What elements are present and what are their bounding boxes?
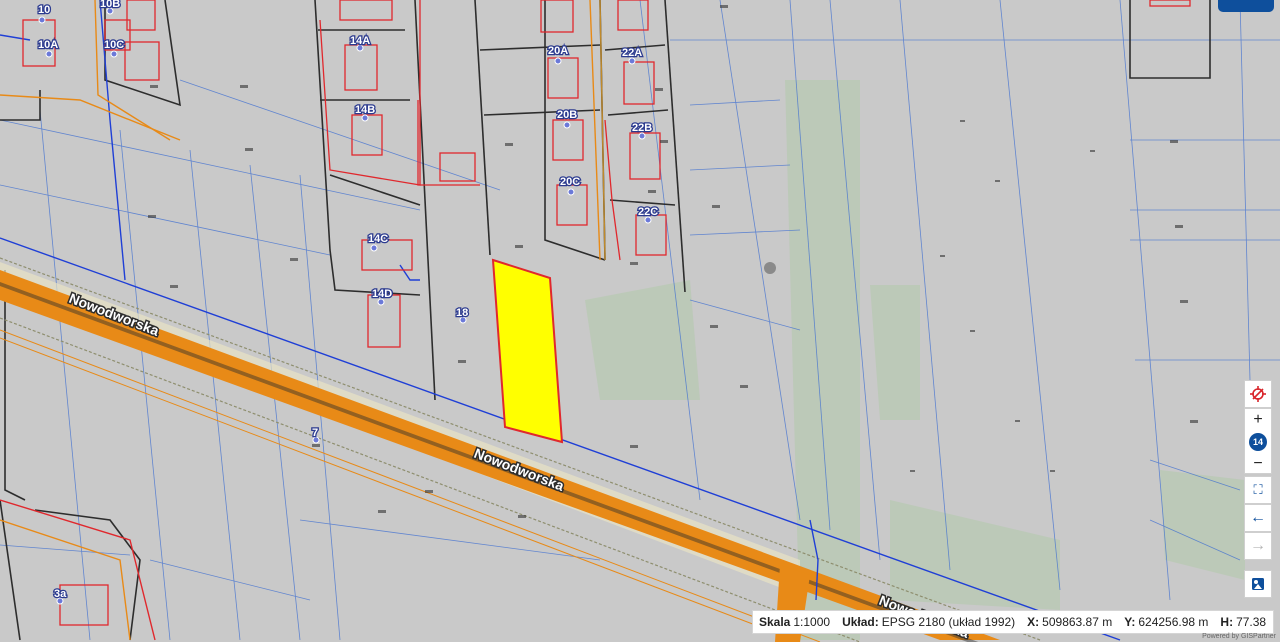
- arrow-left-icon: ←: [1250, 509, 1266, 526]
- h-label: H:: [1220, 615, 1234, 629]
- address-label-22b: 22B: [632, 122, 652, 134]
- address-label-10: 10: [38, 4, 50, 16]
- coordinates-statusbar: Skala 1:1000 Układ: EPSG 2180 (układ 1992)…: [752, 610, 1274, 634]
- address-label-14d: 14D: [372, 288, 392, 300]
- back-button[interactable]: ←: [1244, 504, 1272, 532]
- y-label: Y:: [1124, 615, 1136, 629]
- scale-value[interactable]: 1:1000: [793, 615, 830, 629]
- address-label-22a: 22A: [622, 47, 642, 59]
- selected-parcel[interactable]: [491, 258, 564, 444]
- layers-icon: [1252, 578, 1264, 590]
- address-label-3a: 3a: [54, 588, 67, 600]
- address-label-20a: 20A: [548, 45, 568, 57]
- layers-button[interactable]: [1244, 570, 1272, 598]
- y-value: 624256.98 m: [1138, 615, 1209, 629]
- zoom-out-button[interactable]: −: [1245, 453, 1271, 475]
- address-label-18: 18: [456, 307, 468, 319]
- fullscreen-icon: ⛶: [1253, 482, 1263, 497]
- address-label-14a: 14A: [350, 35, 370, 47]
- forward-button[interactable]: →: [1244, 532, 1272, 560]
- address-label-20b: 20B: [557, 109, 577, 121]
- address-label-10c: 10C: [104, 39, 124, 51]
- fullscreen-button[interactable]: ⛶: [1244, 476, 1272, 504]
- x-label: X:: [1027, 615, 1040, 629]
- top-menu-button[interactable]: [1218, 0, 1274, 12]
- zoom-level-badge: 14: [1249, 433, 1267, 451]
- crs-label: Układ:: [842, 615, 879, 629]
- scale-label: Skala: [759, 615, 791, 629]
- address-label-10b: 10B: [100, 0, 120, 10]
- target-icon: [1250, 386, 1266, 402]
- address-label-22c: 22C: [638, 206, 658, 218]
- address-label-10a: 10A: [38, 39, 58, 51]
- h-value: 77.38: [1236, 615, 1267, 629]
- map-marker: [764, 262, 776, 274]
- address-label-14b: 14B: [355, 104, 375, 116]
- powered-by-text: Powered by GISPartner: [1202, 633, 1276, 640]
- map-canvas[interactable]: 10 10A 10B 10C 14A 14B 14C 14D 18 20A 20…: [0, 0, 1280, 642]
- zoom-in-button[interactable]: +: [1245, 409, 1271, 431]
- x-value: 509863.87 m: [1042, 615, 1113, 629]
- address-label-7: 7: [312, 427, 318, 439]
- zoom-control: + 14 −: [1244, 408, 1272, 474]
- address-label-20c: 20C: [560, 176, 580, 188]
- arrow-right-icon: →: [1250, 537, 1266, 554]
- crs-value[interactable]: EPSG 2180 (układ 1992): [882, 615, 1015, 629]
- locate-button[interactable]: [1244, 380, 1272, 408]
- address-label-14c: 14C: [368, 233, 388, 245]
